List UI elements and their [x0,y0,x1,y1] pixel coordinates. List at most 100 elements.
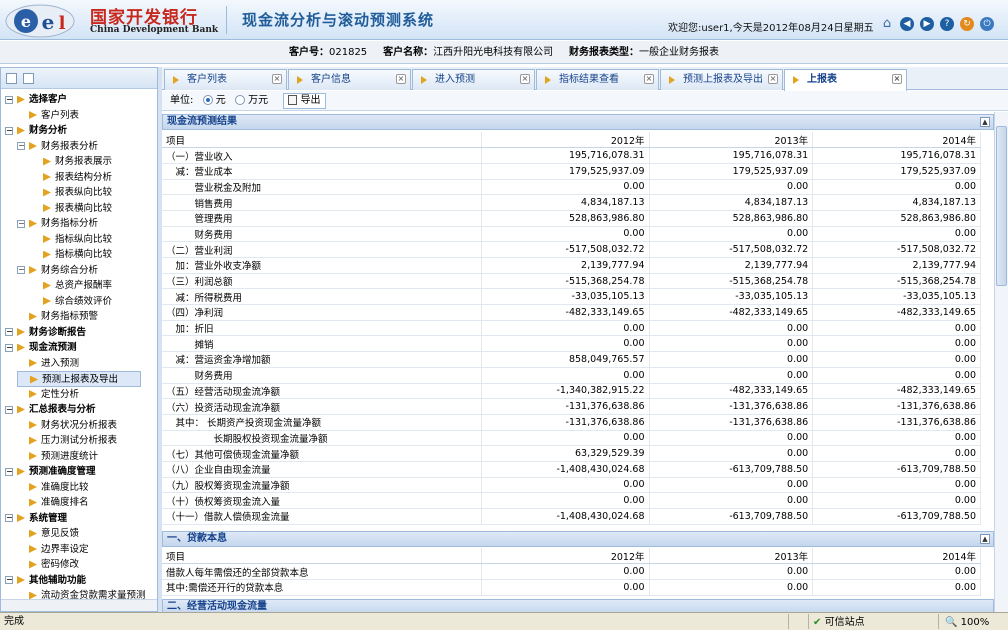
refresh-icon[interactable]: ↻ [960,17,974,31]
sidebar-item[interactable]: 财务状况分析报表 [17,418,117,434]
value-cell: 195,716,078.31 [481,147,650,164]
unit-yuan-radio[interactable] [202,95,213,105]
sidebar-item-label: 现金流预测 [29,342,77,353]
sidebar-item[interactable]: 预测进度统计 [17,449,98,465]
zoom-cell[interactable]: 🔍 100% [938,614,1008,629]
value-cell: 63,329,529.39 [481,445,650,462]
forward-icon[interactable]: ▶ [920,17,934,31]
customer-no-label: 客户号： [289,47,329,58]
sidebar-item[interactable]: − 系统管理 [5,511,67,527]
sidebar-item[interactable]: − 选择客户 [5,92,67,108]
sidebar-item[interactable]: 准确度排名 [17,495,89,511]
value-cell: -131,376,638.86 [812,414,981,431]
row-label: （六）投资活动现金流净额 [162,398,482,415]
unit-wanyuan-radio[interactable] [234,95,245,105]
sidebar-item[interactable]: 准确度比较 [17,480,89,496]
row-label: （八）企业自由现金流量 [162,461,482,478]
sidebar-item[interactable]: 边界率设定 [17,542,89,558]
tree-toggle-icon[interactable]: − [17,142,25,150]
tree-node-icon [29,421,37,429]
value-cell: -517,508,032.72 [649,241,814,258]
sidebar-item[interactable]: 报表纵向比较 [31,185,112,201]
sidebar-item[interactable]: 密码修改 [17,557,79,573]
tree-toggle-icon[interactable]: − [5,467,13,476]
tab-close-icon[interactable]: × [272,74,282,84]
sidebar-item[interactable]: − 财务指标分析 [17,216,98,232]
help-icon[interactable]: ? [940,17,954,31]
table-row: 销售费用 4,834,187.13 4,834,187.13 4,834,187.13 [162,194,981,211]
sidebar-item[interactable]: − 预测准确度管理 [5,464,96,480]
tab[interactable]: 客户信息 × [288,69,411,90]
sidebar-item[interactable]: 意见反馈 [17,526,79,542]
sidebar-item[interactable]: 总资产报酬率 [31,278,112,294]
tree-node-icon [29,359,37,367]
tree-toggle-icon[interactable]: − [5,343,13,352]
tab[interactable]: 预测上报表及导出 × [660,69,783,90]
sidebar-item-label: 总资产报酬率 [55,280,113,291]
home-icon[interactable]: ⌂ [880,17,894,31]
sidebar-item[interactable]: − 汇总报表与分析 [5,402,96,418]
tree-toggle-icon[interactable]: − [17,219,25,228]
tab-close-icon[interactable]: × [644,74,654,84]
value-cell: 0.00 [649,335,814,353]
tab-close-icon[interactable]: × [892,74,902,84]
sidebar-item[interactable]: − 现金流预测 [5,340,77,356]
svg-text:l: l [59,13,66,34]
sidebar-item[interactable]: 报表结构分析 [31,170,112,186]
sidebar-item[interactable]: 预测上报表及导出 [17,371,141,387]
sidebar-item[interactable]: 指标横向比较 [31,247,112,263]
value-cell: 0.00 [481,179,650,196]
tree-toggle-icon[interactable]: − [5,514,13,522]
sidebar-item[interactable]: 进入预测 [17,356,79,372]
export-button[interactable]: 导出 [283,93,326,109]
column-header: 2014年 [812,132,981,149]
collapse-icon[interactable]: ▲ [980,534,990,544]
tree-toggle-icon[interactable]: − [17,266,25,274]
tab-close-icon[interactable]: × [768,74,778,84]
sidebar-item[interactable]: 压力测试分析报表 [17,433,117,449]
sidebar-item[interactable]: − 其他辅助功能 [5,573,86,589]
sidebar-item[interactable]: 定性分析 [17,387,79,403]
back-icon[interactable]: ◀ [900,17,914,31]
scrollbar-thumb[interactable] [996,126,1007,286]
tree-toggle-icon[interactable]: − [5,328,13,336]
sidebar-item[interactable]: − 财务诊断报告 [5,325,86,341]
sidebar-item[interactable]: 指标纵向比较 [31,232,112,248]
tab-close-icon[interactable]: × [520,74,530,84]
section-title: 二、经营活动现金流量 [167,601,267,612]
sidebar-item[interactable]: 客户列表 [17,108,79,124]
value-cell: 0.00 [649,430,814,447]
value-cell: 528,863,986.80 [481,210,650,227]
collapse-icon[interactable]: ▲ [980,117,990,127]
tab[interactable]: 进入预测 × [412,69,535,90]
tree-toggle-icon[interactable]: − [5,405,13,414]
sidebar-item[interactable]: − 财务报表分析 [17,139,98,155]
value-cell: 0.00 [812,445,981,462]
sidebar-item[interactable]: − 财务分析 [5,123,67,139]
content-vertical-scrollbar[interactable] [994,112,1008,612]
tab[interactable]: 指标结果查看 × [536,69,659,90]
row-label: （十）债权筹资现金流入量 [162,492,482,509]
tree-toggle-icon[interactable]: − [5,126,13,135]
collapse-all-icon[interactable] [23,73,34,84]
tab-close-icon[interactable]: × [396,74,406,84]
tree-toggle-icon[interactable]: − [5,95,13,104]
sidebar-item[interactable]: 财务报表展示 [31,154,112,170]
value-cell: 858,049,765.57 [481,351,650,368]
tree-toggle-icon[interactable]: − [5,576,13,584]
sidebar-item-label: 财务诊断报告 [29,326,87,338]
sidebar-item-label: 压力测试分析报表 [41,435,118,446]
table-row: （十一）借款人偿债现金流量 -1,408,430,024.68 -613,709,7… [162,508,981,525]
sidebar-item[interactable]: 财务指标预警 [17,309,98,325]
sidebar-item[interactable]: − 财务综合分析 [17,263,98,279]
exit-icon[interactable]: ⏻ [980,17,994,31]
sidebar-item[interactable]: 综合绩效评价 [31,294,112,310]
report-type-label: 财务报表类型： [569,47,639,58]
tab[interactable]: 客户列表 × [164,69,287,90]
value-cell: 0.00 [481,492,650,509]
expand-all-icon[interactable] [6,73,17,84]
tab[interactable]: 上报表 × [784,69,907,91]
sidebar-horizontal-scrollbar[interactable] [1,599,157,611]
tree-node-icon [17,328,25,336]
sidebar-item[interactable]: 报表横向比较 [31,201,112,217]
